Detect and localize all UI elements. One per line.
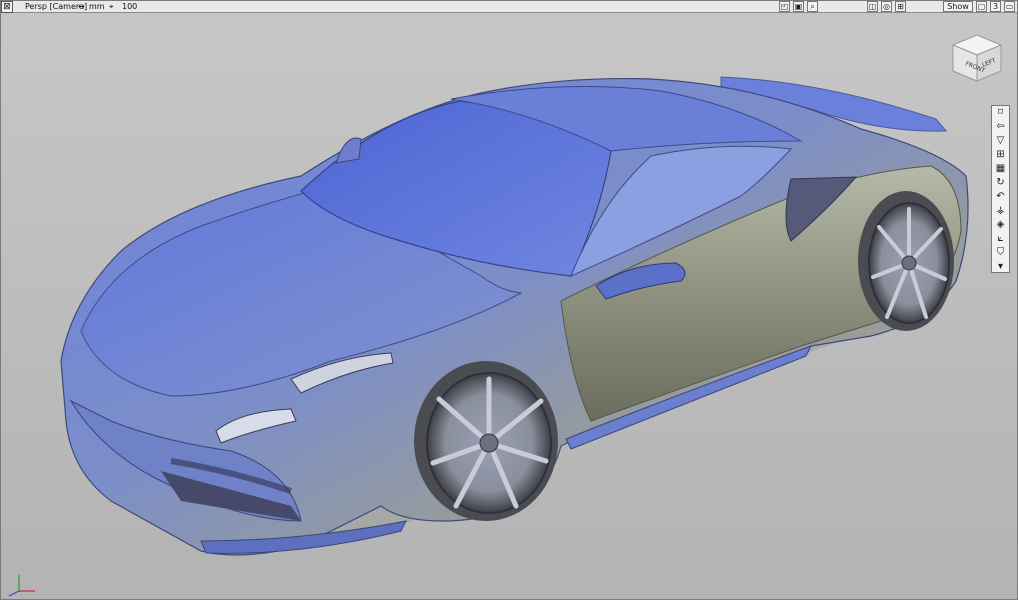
front-wheel: [414, 361, 558, 521]
more-icon[interactable]: ▾: [992, 260, 1009, 274]
tag-icon[interactable]: ◈: [992, 218, 1009, 232]
car-model[interactable]: [1, 1, 1018, 600]
pivot-icon[interactable]: ⚶: [992, 204, 1009, 218]
view-cube[interactable]: FRONT LEFT: [949, 31, 1005, 87]
axis-triad-icon: [8, 575, 35, 597]
rear-wheel: [858, 191, 954, 331]
checker-icon[interactable]: ▦: [992, 162, 1009, 176]
arrow-left-icon[interactable]: ⇦: [992, 120, 1009, 134]
undo-icon[interactable]: ↶: [992, 190, 1009, 204]
grid-icon[interactable]: ⊞: [992, 148, 1009, 162]
rotate-cw-icon[interactable]: ↻: [992, 176, 1009, 190]
axis-icon[interactable]: ⟀: [992, 232, 1009, 246]
shield-icon[interactable]: ▽: [992, 134, 1009, 148]
navigation-toolbar: ⌑ ⇦ ▽ ⊞ ▦ ↻ ↶ ⚶ ◈ ⟀ ⛉ ▾: [991, 105, 1010, 273]
bookmark-icon[interactable]: ⛉: [992, 246, 1009, 260]
3d-viewport[interactable]: ⊠ Persp [Camera] ↔ mm ⌖ 100 ◰ ▣ ⌕ ◫ ◎ ⊞ …: [0, 0, 1018, 600]
frame-icon[interactable]: ⌑: [992, 106, 1009, 120]
